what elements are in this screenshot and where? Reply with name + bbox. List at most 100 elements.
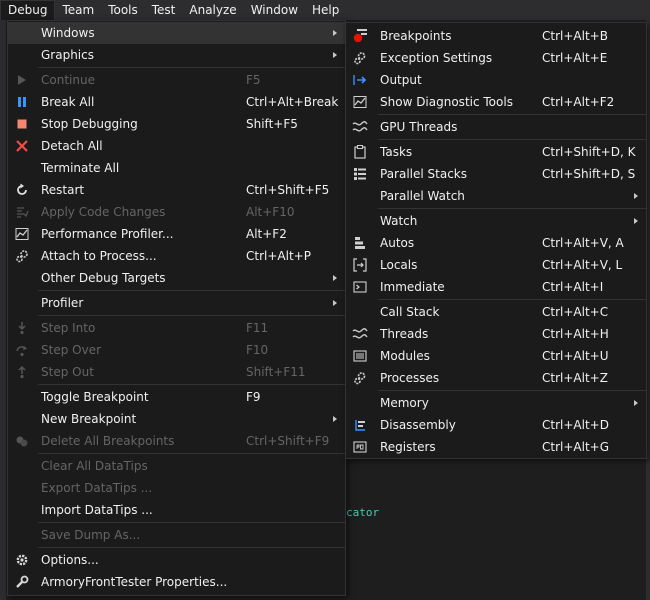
menu-team[interactable]: Team bbox=[55, 0, 101, 20]
submenu-item-immediate[interactable]: Immediate Ctrl+Alt+I bbox=[346, 276, 646, 298]
submenu-item-parallel-watch[interactable]: Parallel Watch bbox=[346, 185, 646, 207]
step-over-icon bbox=[14, 342, 30, 358]
menu-debug[interactable]: Debug bbox=[0, 0, 56, 21]
menu-tools[interactable]: Tools bbox=[101, 0, 145, 20]
menu-item-new-breakpoint[interactable]: New Breakpoint bbox=[8, 408, 345, 430]
menu-item-continue[interactable]: Continue F5 bbox=[8, 69, 345, 91]
stop-icon bbox=[14, 116, 30, 132]
menu-separator bbox=[38, 290, 345, 291]
menu-item-step-over[interactable]: Step Over F10 bbox=[8, 339, 345, 361]
menu-item-break-all[interactable]: Break All Ctrl+Alt+Break bbox=[8, 91, 345, 113]
delete-breakpoints-icon bbox=[14, 433, 30, 449]
menu-item-other-debug-targets[interactable]: Other Debug Targets bbox=[8, 267, 345, 289]
menu-item-options[interactable]: Options... bbox=[8, 549, 345, 571]
menu-separator bbox=[378, 114, 646, 115]
submenu-item-gpu-threads[interactable]: GPU Threads bbox=[346, 116, 646, 138]
menu-analyze[interactable]: Analyze bbox=[182, 0, 243, 20]
menu-item-clear-all-datatips[interactable]: Clear All DataTips bbox=[8, 455, 345, 477]
submenu-item-memory[interactable]: Memory bbox=[346, 392, 646, 414]
gear-icon bbox=[14, 552, 30, 568]
menu-item-attach-to-process[interactable]: Attach to Process... Ctrl+Alt+P bbox=[8, 245, 345, 267]
menu-separator bbox=[38, 522, 345, 523]
step-into-icon bbox=[14, 320, 30, 336]
menu-item-performance-profiler[interactable]: Performance Profiler... Alt+F2 bbox=[8, 223, 345, 245]
submenu-item-disassembly[interactable]: Disassembly Ctrl+Alt+D bbox=[346, 414, 646, 436]
gears-icon bbox=[14, 248, 30, 264]
submenu-arrow-icon bbox=[333, 275, 337, 281]
submenu-item-parallel-stacks[interactable]: Parallel Stacks Ctrl+Shift+D, S bbox=[346, 163, 646, 185]
menu-help[interactable]: Help bbox=[305, 0, 346, 20]
wrench-icon bbox=[14, 574, 30, 590]
menu-separator bbox=[38, 547, 345, 548]
submenu-item-processes[interactable]: Processes Ctrl+Alt+Z bbox=[346, 367, 646, 389]
submenu-item-autos[interactable]: Autos Ctrl+Alt+V, A bbox=[346, 232, 646, 254]
menu-test[interactable]: Test bbox=[145, 0, 183, 20]
disassembly-icon bbox=[352, 417, 368, 433]
immediate-icon bbox=[352, 279, 368, 295]
diagnostic-tools-icon bbox=[352, 94, 368, 110]
submenu-item-exception-settings[interactable]: Exception Settings Ctrl+Alt+E bbox=[346, 47, 646, 69]
menu-item-graphics[interactable]: Graphics bbox=[8, 44, 345, 66]
locals-icon bbox=[352, 257, 368, 273]
submenu-item-show-diagnostic-tools[interactable]: Show Diagnostic Tools Ctrl+Alt+F2 bbox=[346, 91, 646, 113]
x-icon bbox=[14, 138, 30, 154]
menu-item-export-datatips[interactable]: Export DataTips ... bbox=[8, 477, 345, 499]
gpu-threads-icon bbox=[352, 119, 368, 135]
submenu-arrow-icon bbox=[634, 400, 638, 406]
menu-item-restart[interactable]: Restart Ctrl+Shift+F5 bbox=[8, 179, 345, 201]
submenu-arrow-icon bbox=[333, 300, 337, 306]
submenu-item-call-stack[interactable]: Call Stack Ctrl+Alt+C bbox=[346, 301, 646, 323]
menu-item-apply-code-changes[interactable]: Apply Code Changes Alt+F10 bbox=[8, 201, 345, 223]
menu-separator bbox=[378, 390, 646, 391]
submenu-arrow-icon bbox=[634, 193, 638, 199]
menu-separator bbox=[378, 299, 646, 300]
breakpoints-icon bbox=[352, 28, 368, 44]
restart-icon bbox=[14, 182, 30, 198]
play-icon bbox=[14, 72, 30, 88]
menu-item-step-into[interactable]: Step Into F11 bbox=[8, 317, 345, 339]
menu-item-import-datatips[interactable]: Import DataTips ... bbox=[8, 499, 345, 521]
menu-window[interactable]: Window bbox=[244, 0, 305, 20]
apply-changes-icon bbox=[14, 204, 30, 220]
code-fragment: cator bbox=[346, 506, 380, 519]
submenu-item-watch[interactable]: Watch bbox=[346, 210, 646, 232]
debug-menu: Windows Graphics Continue F5 Break All C… bbox=[7, 20, 346, 596]
step-out-icon bbox=[14, 364, 30, 380]
menu-item-windows[interactable]: Windows bbox=[8, 22, 345, 44]
menu-item-profiler[interactable]: Profiler bbox=[8, 292, 345, 314]
menu-item-step-out[interactable]: Step Out Shift+F11 bbox=[8, 361, 345, 383]
menu-separator bbox=[38, 67, 345, 68]
menu-separator bbox=[38, 315, 345, 316]
submenu-item-output[interactable]: Output bbox=[346, 69, 646, 91]
submenu-item-threads[interactable]: Threads Ctrl+Alt+H bbox=[346, 323, 646, 345]
pause-icon bbox=[14, 94, 30, 110]
menu-item-save-dump-as[interactable]: Save Dump As... bbox=[8, 524, 345, 546]
processes-icon bbox=[352, 370, 368, 386]
submenu-item-locals[interactable]: Locals Ctrl+Alt+V, L bbox=[346, 254, 646, 276]
menu-item-project-properties[interactable]: ArmoryFrontTester Properties... bbox=[8, 571, 345, 593]
menu-separator bbox=[378, 139, 646, 140]
modules-icon bbox=[352, 348, 368, 364]
tasks-icon bbox=[352, 144, 368, 160]
submenu-item-tasks[interactable]: Tasks Ctrl+Shift+D, K bbox=[346, 141, 646, 163]
registers-icon bbox=[352, 439, 368, 455]
submenu-item-registers[interactable]: Registers Ctrl+Alt+G bbox=[346, 436, 646, 458]
submenu-arrow-icon bbox=[333, 416, 337, 422]
submenu-arrow-icon bbox=[333, 52, 337, 58]
autos-icon bbox=[352, 235, 368, 251]
menu-separator bbox=[378, 208, 646, 209]
editor-gutter bbox=[0, 20, 6, 600]
submenu-arrow-icon bbox=[634, 218, 638, 224]
parallel-stacks-icon bbox=[352, 166, 368, 182]
profiler-icon bbox=[14, 226, 30, 242]
menu-item-toggle-breakpoint[interactable]: Toggle Breakpoint F9 bbox=[8, 386, 345, 408]
submenu-item-breakpoints[interactable]: Breakpoints Ctrl+Alt+B bbox=[346, 25, 646, 47]
submenu-item-modules[interactable]: Modules Ctrl+Alt+U bbox=[346, 345, 646, 367]
menu-item-detach-all[interactable]: Detach All bbox=[8, 135, 345, 157]
menu-item-delete-all-breakpoints[interactable]: Delete All Breakpoints Ctrl+Shift+F9 bbox=[8, 430, 345, 452]
submenu-arrow-icon bbox=[333, 30, 337, 36]
menu-item-stop-debugging[interactable]: Stop Debugging Shift+F5 bbox=[8, 113, 345, 135]
exception-settings-icon bbox=[352, 50, 368, 66]
windows-submenu: Breakpoints Ctrl+Alt+B Exception Setting… bbox=[345, 22, 647, 459]
menu-item-terminate-all[interactable]: Terminate All bbox=[8, 157, 345, 179]
